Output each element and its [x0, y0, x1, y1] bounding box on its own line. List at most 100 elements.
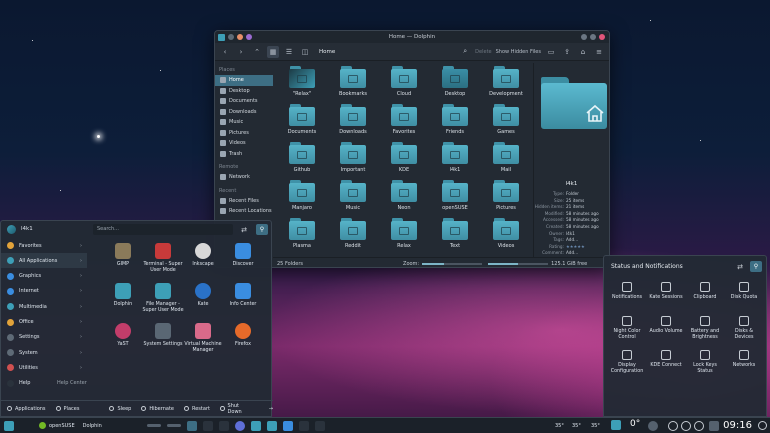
close-button[interactable]: [599, 34, 605, 40]
split-button[interactable]: ◫: [299, 46, 311, 58]
remote-network[interactable]: Network: [215, 172, 273, 183]
notif-disks-devices[interactable]: Disks & Devices: [725, 316, 763, 341]
category-settings[interactable]: Settings ›: [1, 330, 87, 345]
app-firefox[interactable]: Firefox: [221, 323, 265, 348]
app-system-settings[interactable]: System Settings: [141, 323, 185, 348]
tray-icon[interactable]: [668, 421, 678, 431]
folder-item[interactable]: Favorites: [379, 101, 429, 139]
folder-item[interactable]: Downloads: [328, 101, 378, 139]
notif-notifications[interactable]: Notifications: [608, 282, 646, 301]
category-internet[interactable]: Internet ›: [1, 284, 87, 299]
folder-item[interactable]: Github: [277, 139, 327, 177]
configure-icon[interactable]: ⇄: [239, 225, 249, 235]
category-favorites[interactable]: Favorites ›: [1, 238, 87, 253]
breadcrumb[interactable]: Home: [319, 49, 455, 55]
category-graphics[interactable]: Graphics ›: [1, 269, 87, 284]
place-documents[interactable]: Documents: [215, 96, 273, 107]
avatar[interactable]: [7, 224, 16, 234]
folder-item[interactable]: Desktop: [430, 63, 480, 101]
launcher-icon[interactable]: [4, 420, 14, 431]
icons-view-button[interactable]: ▦: [267, 45, 279, 58]
folder-item[interactable]: Important: [328, 139, 378, 177]
folder-item[interactable]: "Relax": [277, 63, 327, 101]
share-icon[interactable]: ⇪: [561, 46, 573, 58]
configure-icon[interactable]: ⇄: [735, 262, 745, 272]
pen-icon[interactable]: [202, 420, 213, 431]
app-inkscape[interactable]: Inkscape: [181, 243, 225, 268]
restart-button[interactable]: Restart: [183, 406, 210, 412]
folder-item[interactable]: KDE: [379, 139, 429, 177]
compact-view-button[interactable]: ☰: [283, 46, 295, 58]
folder-item[interactable]: Reddit: [328, 215, 378, 253]
category-system[interactable]: System ›: [1, 345, 87, 360]
notif-display-configuration[interactable]: Display Configuration: [608, 350, 646, 375]
category-all-applications[interactable]: All Applications ›: [1, 253, 87, 269]
home-icon[interactable]: ⌂: [577, 46, 589, 58]
forward-button[interactable]: ›: [235, 46, 247, 58]
folder-item[interactable]: Mail: [481, 139, 531, 177]
expand-tray-icon[interactable]: [709, 421, 719, 431]
notif-audio-volume[interactable]: Audio Volume: [647, 316, 685, 335]
pin-icon[interactable]: ⚲: [750, 261, 762, 272]
dolphin-icon[interactable]: [250, 420, 261, 431]
app-terminal-super-user-mode[interactable]: Terminal - Super User Mode: [141, 243, 185, 274]
folder-item[interactable]: openSUSE: [430, 177, 480, 215]
folder-item[interactable]: Neon: [379, 177, 429, 215]
folder-item[interactable]: Documents: [277, 101, 327, 139]
sleep-button[interactable]: Sleep: [109, 406, 131, 412]
power-icon[interactable]: [758, 421, 767, 430]
folder-item[interactable]: Cloud: [379, 63, 429, 101]
folder-item[interactable]: Bookmarks: [328, 63, 378, 101]
folder-item[interactable]: l4k1: [430, 139, 480, 177]
minimize-button[interactable]: [581, 34, 587, 40]
place-music[interactable]: Music: [215, 117, 273, 128]
app-gimp[interactable]: GIMP: [101, 243, 145, 268]
hibernate-button[interactable]: Hibernate: [141, 406, 174, 412]
pager-icon[interactable]: [166, 424, 181, 427]
notif-networks[interactable]: Networks: [725, 350, 763, 369]
notif-kate-sessions[interactable]: Kate Sessions: [647, 282, 685, 301]
notif-clipboard[interactable]: Clipboard: [686, 282, 724, 301]
applications-button[interactable]: Applications: [7, 406, 46, 412]
place-videos[interactable]: Videos: [215, 138, 273, 149]
task-opensuse[interactable]: openSUSE: [49, 423, 75, 429]
folder-item[interactable]: Friends: [430, 101, 480, 139]
folder-item[interactable]: Relax: [379, 215, 429, 253]
show-desktop-icon[interactable]: [186, 420, 197, 431]
launcher-icon[interactable]: [611, 420, 621, 430]
zoom-slider[interactable]: [422, 262, 483, 265]
hamburger-menu-icon[interactable]: ≡: [593, 46, 605, 58]
task-dolphin[interactable]: Dolphin: [83, 423, 102, 429]
place-home[interactable]: Home: [215, 75, 273, 86]
firefox-icon[interactable]: [234, 420, 245, 431]
search-input[interactable]: Search...: [93, 224, 233, 235]
places-button[interactable]: Places: [55, 406, 79, 412]
place-desktop[interactable]: Desktop: [215, 86, 273, 97]
terminal-icon[interactable]: ▭: [545, 46, 557, 58]
pager-icon[interactable]: [146, 424, 161, 427]
folder-item[interactable]: Manjaro: [277, 177, 327, 215]
app-discover[interactable]: Discover: [221, 243, 265, 268]
recent-recent-locations[interactable]: Recent Locations: [215, 206, 273, 217]
app-kate[interactable]: Kate: [181, 283, 225, 308]
category-multimedia[interactable]: Multimedia ›: [1, 299, 87, 314]
app-yast[interactable]: YaST: [101, 323, 145, 348]
app-virtual-machine-manager[interactable]: Virtual Machine Manager: [181, 323, 225, 354]
category-office[interactable]: Office ›: [1, 315, 87, 330]
info-value[interactable]: Add...: [566, 250, 578, 255]
notif-kde-connect[interactable]: KDE Connect: [647, 350, 685, 369]
store-icon[interactable]: [282, 420, 293, 431]
window-titlebar[interactable]: Home — Dolphin: [215, 31, 609, 43]
place-trash[interactable]: Trash: [215, 149, 273, 160]
show-hidden-files-button[interactable]: Show Hidden Files: [496, 49, 541, 55]
back-button[interactable]: ‹: [219, 46, 231, 58]
app-info-center[interactable]: Info Center: [221, 283, 265, 308]
up-button[interactable]: ⌃: [251, 46, 263, 58]
pin-icon[interactable]: ⚲: [256, 224, 268, 235]
discover-icon[interactable]: [266, 420, 277, 431]
recent-recent-files[interactable]: Recent Files: [215, 196, 273, 207]
folder-item[interactable]: Text: [430, 215, 480, 253]
place-downloads[interactable]: Downloads: [215, 107, 273, 118]
search-icon[interactable]: ⌕: [459, 46, 471, 58]
notif-night-color-control[interactable]: Night Color Control: [608, 316, 646, 341]
